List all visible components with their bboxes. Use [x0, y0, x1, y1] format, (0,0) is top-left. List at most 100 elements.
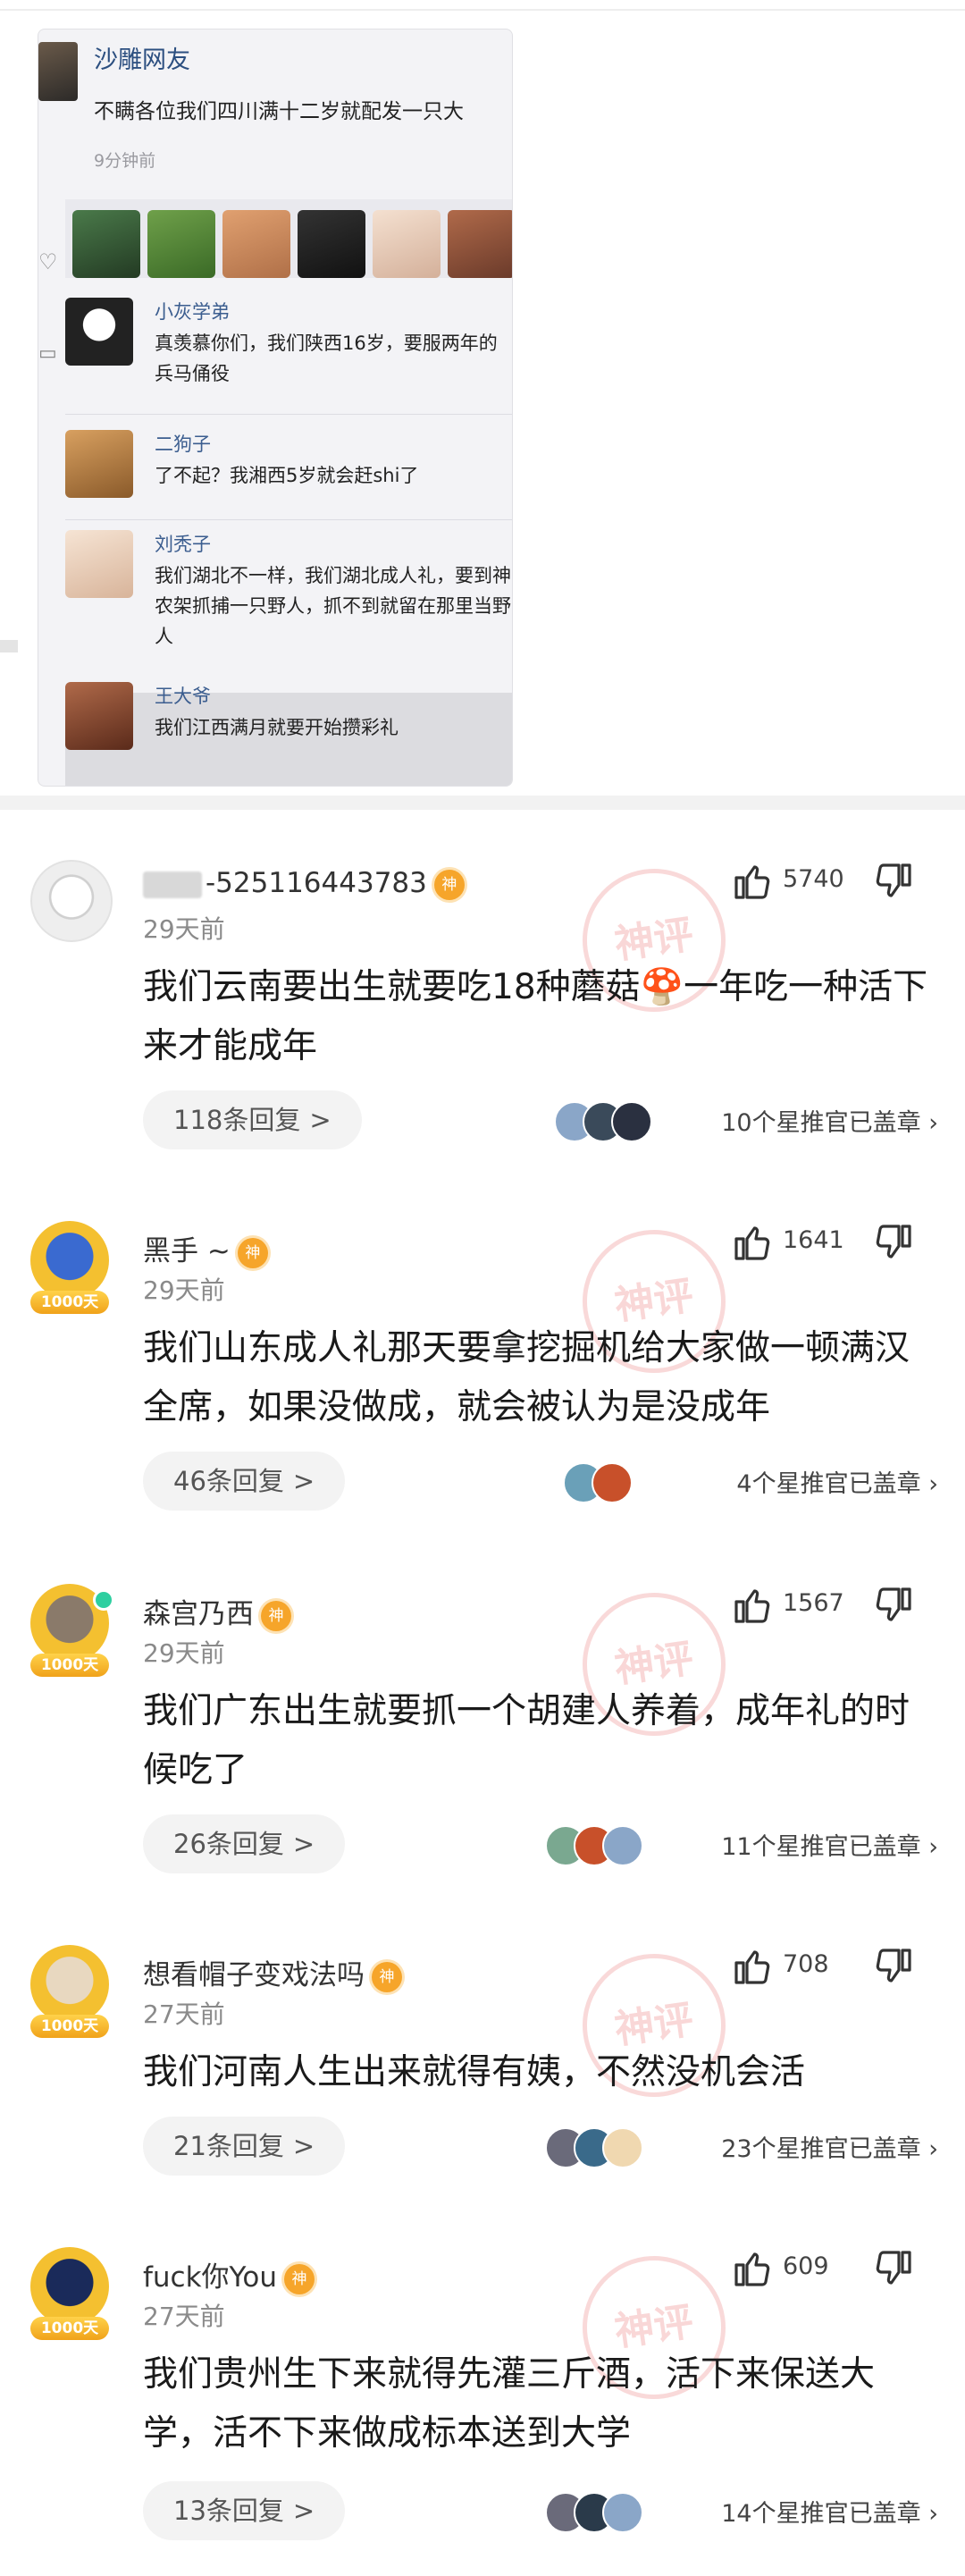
comment-time: 27天前: [143, 1999, 225, 2029]
star-endorsements[interactable]: 14个星推官已盖章 ›: [545, 2490, 938, 2533]
god-badge-icon: 神: [237, 1237, 268, 1268]
username-text: 黑手 ~: [143, 1235, 231, 1267]
chevron-right-icon: >: [292, 2131, 315, 2161]
chevron-right-icon: >: [292, 1466, 315, 1496]
comment-item: 1000天 森宫乃西神 29天前 神评 1567 我们广东出生就要抓一个胡建人养…: [0, 1583, 965, 1873]
thumbs-up-icon[interactable]: [731, 1221, 774, 1264]
stars-label: 11个星推官已盖章 ›: [721, 1833, 938, 1861]
reply-text: 我们江西满月就要开始攒彩礼: [155, 717, 399, 738]
like-count: 708: [783, 1950, 829, 1978]
endorser-avatar: [611, 1101, 652, 1142]
endorser-avatar: [602, 2492, 643, 2533]
comment-time: 29天前: [143, 1275, 225, 1305]
reply-avatar: [65, 430, 133, 498]
liker-avatar: [448, 210, 512, 278]
section-divider: [0, 796, 965, 810]
username[interactable]: fuck你You 神: [143, 2254, 315, 2294]
reply-text: 了不起？我湘西5岁就会赶shi了: [155, 465, 419, 486]
endorser-avatar: [592, 1462, 633, 1503]
username[interactable]: 森宫乃西神: [143, 1591, 291, 1631]
avatar[interactable]: [30, 1945, 109, 2024]
reply-name: 刘秃子: [155, 534, 211, 555]
thumbs-up-icon[interactable]: [731, 1584, 774, 1627]
replies-label: 21条回复: [173, 2131, 284, 2161]
replies-button[interactable]: 118条回复 >: [143, 1090, 362, 1149]
liker-avatar: [72, 210, 140, 278]
star-endorsements[interactable]: 23个星推官已盖章 ›: [545, 2126, 938, 2168]
comment-text: 我们广东出生就要抓一个胡建人养着，成年礼的时候吃了: [143, 1691, 910, 1790]
reply-avatar: [65, 530, 133, 598]
comment-text: 我们云南要出生就要吃18种蘑菇🍄一年吃一种活下来才能成年: [143, 967, 928, 1066]
star-endorsements[interactable]: 10个星推官已盖章 ›: [554, 1099, 938, 1142]
star-endorsements[interactable]: 4个星推官已盖章 ›: [563, 1461, 938, 1503]
thumbs-down-icon[interactable]: [872, 1584, 915, 1627]
level-badge: 1000天: [30, 2015, 109, 2038]
thumbs-down-icon[interactable]: [872, 1945, 915, 1988]
liker-avatars: [65, 199, 512, 278]
username-text: 森宫乃西: [143, 1598, 254, 1630]
comment-item: -525116443783 神 29天前 神评 5740 我们云南要出生就要吃18…: [0, 859, 965, 1155]
chevron-right-icon: >: [292, 1829, 315, 1859]
comment-item: 1000天 想看帽子变戏法吗神 27天前 神评 708 我们河南人生出来就得有姨…: [0, 1944, 965, 2186]
comment-time: 27天前: [143, 2302, 225, 2331]
liker-avatar: [222, 210, 290, 278]
online-status-dot: [93, 1589, 114, 1611]
post-username: 沙雕网友: [94, 46, 190, 74]
level-badge: 1000天: [30, 1654, 109, 1677]
god-badge-icon: 神: [433, 869, 465, 900]
thumbs-down-icon[interactable]: [872, 1221, 915, 1264]
reply-name: 小灰学弟: [155, 301, 230, 323]
replies-label: 46条回复: [173, 1466, 284, 1496]
thumbs-up-icon[interactable]: [731, 860, 774, 903]
divider: [65, 519, 512, 520]
username-text: 想看帽子变戏法吗: [143, 1959, 365, 1991]
post-text: 不瞒各位我们四川满十二岁就配发一只大: [94, 100, 464, 123]
thumbs-down-icon[interactable]: [872, 2247, 915, 2290]
comment-icon: ▭: [38, 342, 57, 365]
replies-button[interactable]: 46条回复 >: [143, 1452, 346, 1511]
level-badge: 1000天: [30, 1291, 109, 1314]
like-count: 1567: [783, 1589, 844, 1617]
stars-label: 14个星推官已盖章 ›: [721, 2500, 938, 2528]
username[interactable]: 想看帽子变戏法吗神: [143, 1952, 402, 1992]
post-avatar: [38, 42, 78, 101]
username[interactable]: 黑手 ~ 神: [143, 1228, 268, 1268]
reply-name: 二狗子: [155, 434, 211, 455]
endorser-avatar: [602, 2127, 643, 2168]
comment-item: 1000天 黑手 ~ 神 29天前 神评 1641 我们山东成人礼那天要拿挖掘机给…: [0, 1220, 965, 1516]
thumbs-up-icon[interactable]: [731, 2247, 774, 2290]
post-time: 9分钟前: [94, 151, 156, 171]
star-endorsements[interactable]: 11个星推官已盖章 ›: [545, 1823, 938, 1866]
replies-button[interactable]: 26条回复 >: [143, 1814, 346, 1873]
comment-item: 1000天 fuck你You 神 27天前 神评 609 我们贵州生下来就得先灌三…: [0, 2246, 965, 2569]
replies-button[interactable]: 21条回复 >: [143, 2117, 346, 2176]
avatar[interactable]: [30, 2247, 109, 2326]
replies-button[interactable]: 13条回复 >: [143, 2481, 346, 2540]
replies-label: 26条回复: [173, 1829, 284, 1859]
reply-name: 王大爷: [155, 686, 211, 707]
avatar[interactable]: [30, 860, 113, 942]
stars-label: 4个星推官已盖章 ›: [736, 1470, 938, 1498]
username-text: -525116443783: [206, 867, 427, 899]
username[interactable]: -525116443783 神: [143, 867, 465, 900]
comment-time: 29天前: [143, 914, 225, 944]
reply-text: 真羡慕你们，我们陕西16岁，要服两年的兵马俑役: [155, 333, 498, 384]
chevron-right-icon: ›: [928, 1833, 938, 1861]
username-text: fuck你You: [143, 2261, 277, 2294]
thumbs-up-icon[interactable]: [731, 1945, 774, 1988]
avatar[interactable]: [30, 1221, 109, 1300]
like-count: 1641: [783, 1226, 844, 1254]
divider: [65, 414, 512, 415]
liker-avatar: [298, 210, 365, 278]
edge-mark: [0, 640, 18, 652]
liker-avatar: [147, 210, 215, 278]
chevron-right-icon: ›: [928, 2135, 938, 2163]
endorser-avatar: [602, 1825, 643, 1866]
god-badge-icon: 神: [372, 1961, 402, 1992]
thumbs-down-icon[interactable]: [872, 860, 915, 903]
comment-time: 29天前: [143, 1638, 225, 1668]
embedded-image[interactable]: 沙雕网友 不瞒各位我们四川满十二岁就配发一只大 9分钟前 ♡ ▭ 小灰学弟 真羡…: [38, 29, 513, 787]
top-divider: [0, 9, 965, 11]
chevron-right-icon: >: [309, 1105, 331, 1135]
replies-label: 13条回复: [173, 2496, 284, 2526]
